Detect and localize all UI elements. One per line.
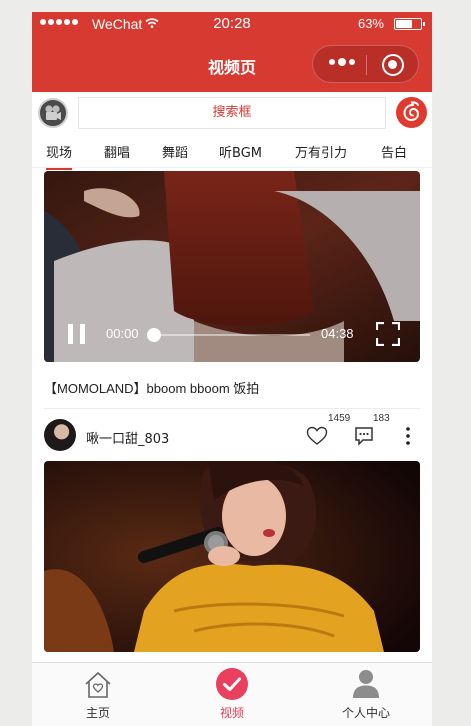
close-target-icon[interactable]	[382, 54, 404, 76]
progress-track[interactable]	[147, 328, 310, 342]
check-circle-icon	[216, 668, 248, 700]
search-row: 搜索框	[32, 92, 432, 136]
video-title[interactable]: 【MOMOLAND】bboom bboom 饭拍	[44, 378, 259, 397]
tab-live[interactable]: 现场	[46, 142, 73, 170]
tab-dance[interactable]: 舞蹈	[162, 142, 188, 161]
duration: 04:38	[321, 326, 354, 341]
tab-cover[interactable]: 翻唱	[104, 142, 130, 161]
tab-confession[interactable]: 告白	[381, 142, 407, 161]
tab-bgm[interactable]: 听BGM	[219, 142, 262, 161]
bottom-tab-bar: 主页 视频 个人中心	[32, 662, 432, 726]
category-tabs: 现场 翻唱 舞蹈 听BGM 万有引力 告白	[32, 136, 432, 170]
tab-video[interactable]: 视频	[182, 663, 282, 726]
tab-gravity[interactable]: 万有引力	[295, 142, 347, 161]
tab-home-label: 主页	[85, 706, 110, 720]
avatar[interactable]	[44, 419, 76, 451]
video-frame-singer	[44, 461, 420, 652]
comment-count: 183	[373, 413, 390, 424]
tab-profile-label: 个人中心	[341, 706, 390, 720]
tab-home[interactable]: 主页	[48, 663, 148, 726]
comment-icon[interactable]	[354, 426, 374, 446]
username[interactable]: 啾一口甜_803	[86, 428, 169, 447]
phone-screen: WeChat 20:28 63% 视频页 搜索框 现场 翻唱 舞蹈 听BGM 万…	[32, 12, 432, 726]
home-icon	[85, 671, 111, 698]
netease-music-icon[interactable]	[396, 97, 427, 128]
video-player[interactable]: 00:00 04:38	[44, 171, 420, 362]
tab-video-label: 视频	[219, 706, 244, 720]
fullscreen-icon[interactable]	[376, 322, 400, 346]
video-controls: 00:00 04:38	[44, 306, 420, 362]
heart-icon[interactable]	[306, 426, 328, 446]
person-icon	[353, 670, 379, 698]
video-thumbnail-singer[interactable]	[44, 461, 420, 652]
more-dots-icon[interactable]	[329, 58, 355, 66]
status-bar: WeChat 20:28 63%	[32, 12, 432, 36]
pause-icon[interactable]	[68, 324, 86, 344]
divider	[44, 408, 420, 409]
tab-profile[interactable]: 个人中心	[316, 663, 416, 726]
search-input[interactable]: 搜索框	[78, 97, 386, 129]
progress-knob[interactable]	[147, 328, 161, 342]
battery-icon	[394, 18, 425, 30]
post-author-row: 啾一口甜_803 1459 183	[32, 413, 432, 456]
battery-percent: 63%	[357, 16, 384, 31]
current-time: 00:00	[106, 326, 139, 341]
navigation-bar: 视频页	[32, 36, 432, 92]
camera-logo-icon	[38, 98, 68, 128]
like-count: 1459	[328, 413, 351, 424]
more-vertical-icon[interactable]	[404, 426, 412, 446]
mini-program-capsule	[312, 45, 419, 83]
capsule-divider	[366, 55, 367, 75]
